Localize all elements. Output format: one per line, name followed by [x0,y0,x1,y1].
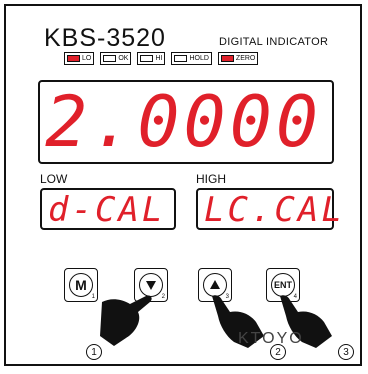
led-lo-label: LO [82,55,92,62]
status-led-row: LO OK HI HOLD ZERO [64,52,259,65]
high-display: LC.CAL [196,188,342,230]
high-display-value: LC.CAL [204,190,345,230]
main-display: 2.0000 [38,80,334,164]
led-hold-lamp [174,55,188,62]
led-zero-label: ZERO [235,55,256,62]
high-label: HIGH [196,172,226,186]
step-2-marker: 2 [270,344,286,360]
led-zero-lamp [220,55,234,62]
key-index: 2 [161,294,165,300]
device-subtitle: DIGITAL INDICATOR [219,36,329,48]
led-ok-lamp [103,55,117,62]
led-lo-lamp [67,55,80,62]
led-hi-label: HI [155,55,163,62]
led-hold-label: HOLD [189,55,209,62]
led-hi-lamp [140,55,154,62]
pointing-hand-icon [100,295,152,346]
main-display-value: 2.0000 [45,81,322,163]
led-hi: HI [137,52,166,65]
led-hold: HOLD [171,52,212,65]
mode-key[interactable]: M 1 [64,268,98,302]
mode-key-icon: M [69,273,93,297]
led-ok: OK [100,52,132,65]
step-3-marker: 3 [338,344,354,360]
watermark: KTOYO [238,330,304,347]
led-lo: LO [64,52,95,65]
low-display: d-CAL [40,188,176,230]
low-display-value: d-CAL [48,190,166,230]
led-zero: ZERO [217,52,259,65]
key-index: 1 [91,294,95,300]
model-name: KBS-3520 [44,24,166,52]
low-label: LOW [40,172,68,186]
led-ok-label: OK [118,55,129,62]
step-1-marker: 1 [86,344,102,360]
